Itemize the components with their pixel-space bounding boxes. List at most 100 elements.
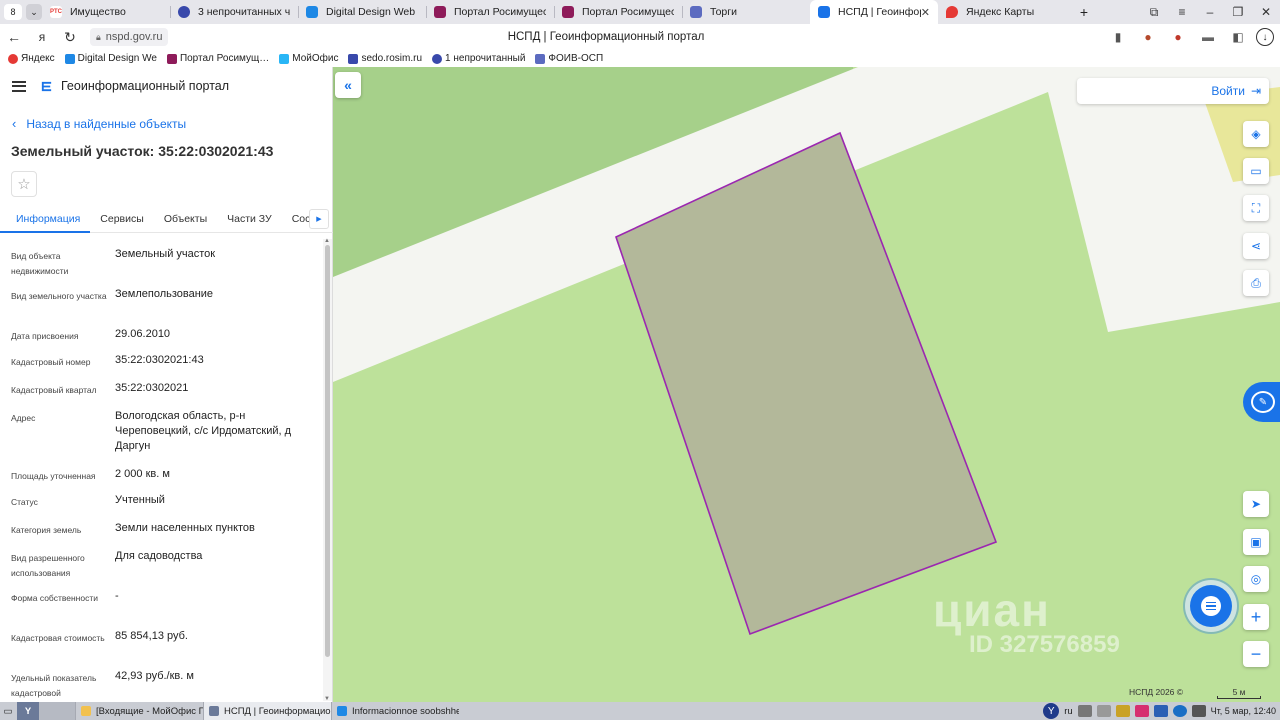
bookmark-icon[interactable]: ▮ bbox=[1106, 28, 1130, 46]
browser-tab-bar: 8 ⌄ РТС Имущество 3 непрочитанных чата D… bbox=[0, 0, 1280, 24]
mail-app-icon bbox=[81, 706, 91, 716]
layers-button[interactable]: ◈ bbox=[1243, 121, 1269, 147]
zoom-out-button[interactable]: − bbox=[1243, 641, 1269, 667]
tray-icon[interactable] bbox=[1115, 705, 1130, 717]
extension-icon[interactable]: ▬ bbox=[1196, 28, 1220, 46]
taskbar-app-label: [Входящие - МойОфис П... bbox=[96, 705, 203, 717]
tab-list-chevron-icon[interactable]: ⌄ bbox=[26, 4, 42, 20]
scroll-up-icon[interactable]: ▲ bbox=[324, 238, 330, 244]
bookmark-item[interactable]: Портал Росимущ… bbox=[166, 53, 269, 64]
new-tab-plus-icon[interactable]: + bbox=[1072, 4, 1096, 20]
ruler-icon: ▭ bbox=[1250, 164, 1262, 178]
bookmark-favicon-icon bbox=[279, 53, 290, 64]
back-arrow-icon[interactable]: ← bbox=[0, 29, 28, 45]
url-field[interactable]: 🔒︎ nspd.gov.ru bbox=[90, 28, 169, 46]
support-chat-button[interactable]: ✎ bbox=[1243, 382, 1280, 422]
language-indicator[interactable]: ru bbox=[1064, 706, 1072, 717]
attribute-value: - bbox=[115, 590, 119, 602]
favorite-star-button[interactable]: ☆ bbox=[11, 171, 37, 197]
menu-icon[interactable]: ≡ bbox=[1168, 5, 1196, 20]
browser-tab[interactable]: Торги bbox=[682, 0, 810, 24]
tab-favicon-icon bbox=[178, 6, 190, 18]
bookmark-item[interactable]: МойОфис bbox=[279, 53, 338, 64]
window-controls: ⧉ ≡ – ❐ ✕ bbox=[1140, 5, 1280, 20]
browser-tab[interactable]: Яндекс Карты bbox=[938, 0, 1066, 24]
close-tab-icon[interactable]: ✕ bbox=[921, 6, 930, 19]
browser-tab[interactable]: Digital Design Web Client bbox=[298, 0, 426, 24]
zoom-in-button[interactable]: + bbox=[1243, 604, 1269, 630]
tab-services[interactable]: Сервисы bbox=[90, 207, 154, 233]
attribute-key: Удельный показатель кадастровой bbox=[11, 673, 97, 698]
tab-information[interactable]: Информация bbox=[0, 207, 91, 233]
extension-icon[interactable]: ● bbox=[1166, 28, 1190, 46]
attribute-value: 85 854,13 руб. bbox=[115, 630, 188, 642]
browser-tab[interactable]: Портал Росимущества bbox=[554, 0, 682, 24]
back-to-results-link[interactable]: ‹ Назад в найденные объекты bbox=[12, 116, 186, 131]
locate-button[interactable]: ➤ bbox=[1243, 491, 1269, 517]
minimize-icon[interactable]: – bbox=[1196, 5, 1224, 20]
print-button[interactable]: ⎙ bbox=[1243, 270, 1269, 296]
share-button[interactable]: ⋖ bbox=[1243, 233, 1269, 259]
collapse-panel-button[interactable]: « bbox=[335, 72, 361, 98]
messages-icon bbox=[1201, 596, 1221, 616]
taskbar-app[interactable]: Informacionnoe soobshhe... bbox=[331, 702, 459, 720]
browser-tab[interactable]: РТС Имущество bbox=[42, 0, 170, 24]
show-desktop-icon[interactable]: ▭ bbox=[0, 702, 16, 720]
attribute-value: 35:22:0302021 bbox=[115, 382, 189, 394]
volume-icon[interactable] bbox=[1096, 705, 1111, 717]
browser-app-icon bbox=[209, 706, 219, 716]
tab-label: Портал Росимущества bbox=[582, 6, 674, 18]
attribute-row: Вид земельного участка Землепользование bbox=[0, 287, 322, 327]
page-title: НСПД | Геоинформационный портал bbox=[507, 31, 705, 43]
close-window-icon[interactable]: ✕ bbox=[1252, 5, 1280, 20]
hp-icon[interactable] bbox=[1172, 705, 1187, 717]
bookmarks-bar: Яндекс Digital Design We Портал Росимущ…… bbox=[0, 50, 1280, 67]
browser-tab-active[interactable]: НСПД | Геоинформационный портал ✕ bbox=[810, 0, 938, 24]
geolocation-button[interactable]: ◎ bbox=[1243, 566, 1269, 592]
taskbar-app-active[interactable]: НСПД | Геоинформацио... bbox=[203, 702, 331, 720]
taskbar-app[interactable]: [Входящие - МойОфис П... bbox=[75, 702, 203, 720]
maximize-icon[interactable]: ❐ bbox=[1224, 5, 1252, 20]
download-icon[interactable]: ↓ bbox=[1256, 28, 1274, 46]
attribute-row: Площадь уточненная 2 000 кв. м bbox=[0, 467, 322, 493]
area-select-button[interactable]: ⛶ bbox=[1243, 195, 1269, 221]
clock[interactable]: Чт, 5 мар, 12:40 bbox=[1211, 706, 1276, 716]
scrollbar-thumb[interactable] bbox=[325, 245, 330, 657]
yandex-icon[interactable]: я bbox=[28, 30, 56, 44]
tab-objects[interactable]: Объекты bbox=[154, 207, 217, 233]
tabs-panel-icon[interactable]: ⧉ bbox=[1140, 5, 1168, 20]
ruler-button[interactable]: ▭ bbox=[1243, 158, 1269, 184]
tray-icon[interactable] bbox=[1134, 705, 1149, 717]
bookmark-item[interactable]: sedo.rosim.ru bbox=[348, 53, 422, 64]
bookmark-favicon-icon bbox=[166, 53, 177, 64]
tabs-scroll-right-icon[interactable]: ▶ bbox=[309, 209, 329, 229]
login-label: Войти bbox=[1211, 84, 1245, 98]
tray-icon[interactable] bbox=[1077, 705, 1092, 717]
yandex-tray-icon[interactable]: Y bbox=[1043, 703, 1060, 719]
attribute-value: 35:22:0302021:43 bbox=[115, 354, 204, 366]
network-icon[interactable] bbox=[1191, 705, 1206, 717]
panel-scrollbar[interactable]: ▲ ▼ bbox=[323, 238, 332, 702]
start-button[interactable]: Y bbox=[17, 702, 39, 720]
browser-tab[interactable]: 3 непрочитанных чата bbox=[170, 0, 298, 24]
tab-count-badge[interactable]: 8 bbox=[4, 4, 22, 20]
extension-icon[interactable]: ◧ bbox=[1226, 28, 1250, 46]
bookmark-item[interactable]: ФОИВ-ОСП bbox=[535, 53, 603, 64]
messages-button[interactable] bbox=[1190, 585, 1232, 627]
bookmark-item[interactable]: Яндекс bbox=[8, 53, 55, 64]
attribute-row: Кадастровый номер 35:22:0302021:43 bbox=[0, 353, 322, 381]
tab-favicon-icon bbox=[818, 6, 830, 18]
login-button[interactable]: Войти ⇥ bbox=[1077, 78, 1269, 104]
hamburger-menu-icon[interactable] bbox=[12, 78, 26, 94]
reload-icon[interactable]: ↻ bbox=[56, 29, 84, 46]
browser-tab[interactable]: Портал Росимущества bbox=[426, 0, 554, 24]
extension-icon[interactable]: ● bbox=[1136, 28, 1160, 46]
minimap-button[interactable]: ▣ bbox=[1243, 529, 1269, 555]
bookmark-item[interactable]: Digital Design We bbox=[64, 53, 157, 64]
bookmark-item[interactable]: 1 непрочитанный bbox=[432, 53, 525, 64]
tab-parcel-parts[interactable]: Части ЗУ bbox=[217, 207, 282, 233]
attribute-key: Вид объекта недвижимости bbox=[11, 251, 69, 276]
map-layer bbox=[333, 67, 1280, 702]
tray-icon[interactable] bbox=[1153, 705, 1168, 717]
map-canvas[interactable]: « Войти ⇥ ◈ ▭ ⛶ ⋖ ⎙ ✎ ➤ ▣ ◎ + − циан ID … bbox=[333, 67, 1280, 702]
